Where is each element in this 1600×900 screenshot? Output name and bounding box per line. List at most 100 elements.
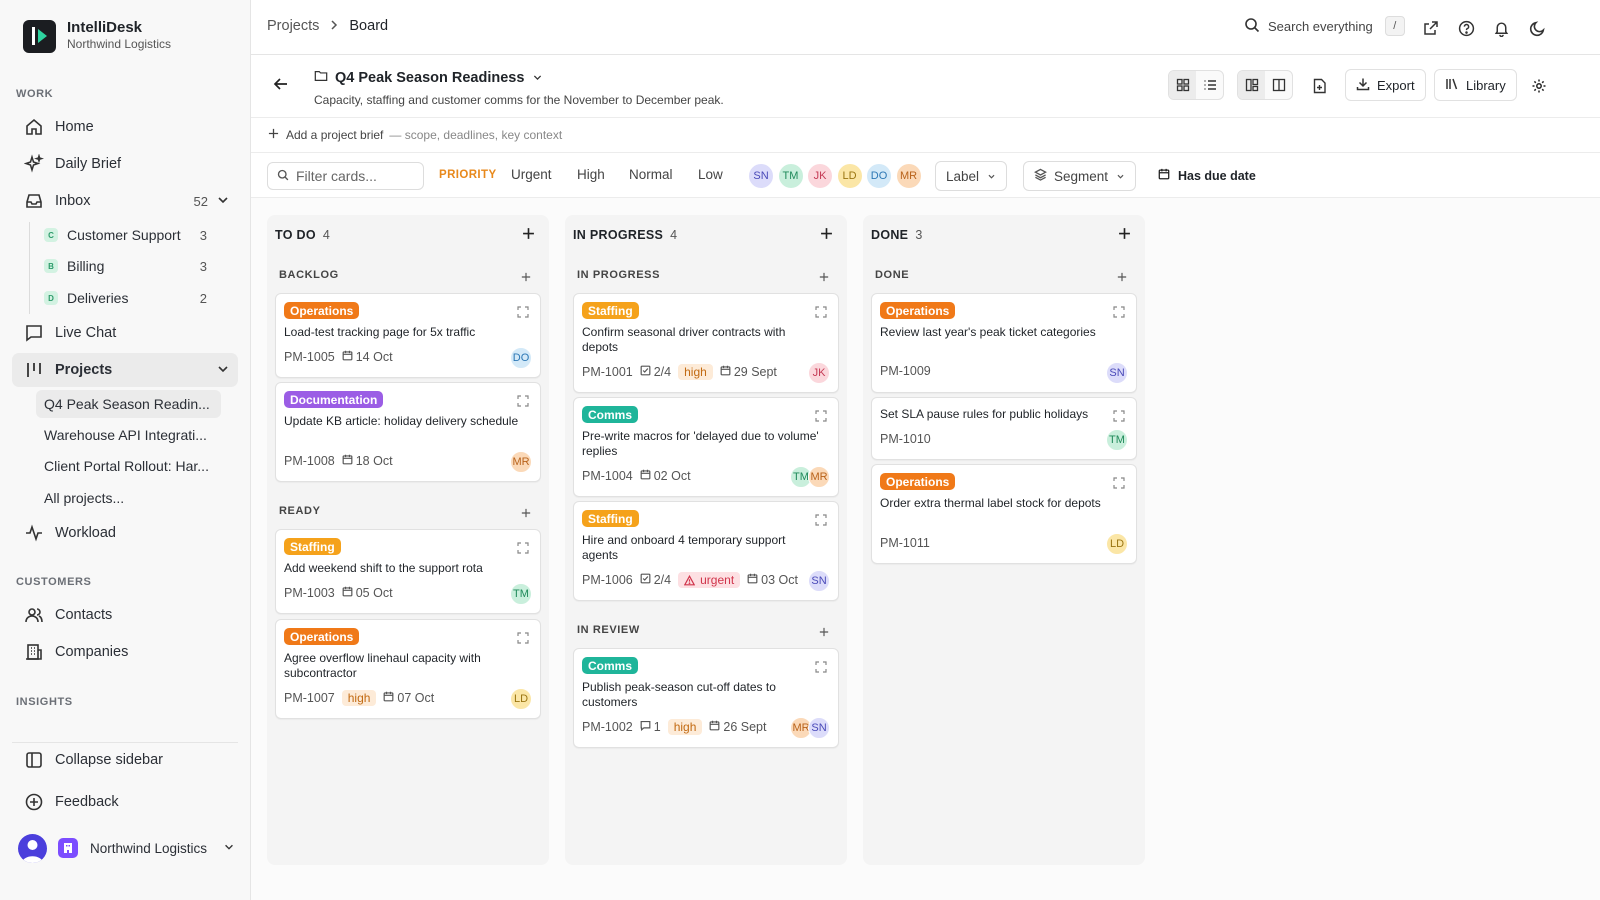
priority-urgent[interactable]: Urgent xyxy=(511,167,552,182)
assignee-avatar[interactable]: TM xyxy=(777,163,804,189)
assignee-avatar[interactable]: LD xyxy=(836,163,863,189)
segment-dropdown[interactable]: Segment xyxy=(1023,161,1137,191)
task-card[interactable]: Comms Pre-write macros for 'delayed due … xyxy=(573,397,839,497)
add-card-icon[interactable] xyxy=(522,227,535,243)
card-id: PM-1004 xyxy=(582,469,633,483)
nav-daily-brief[interactable]: Daily Brief xyxy=(12,147,238,181)
add-card-icon[interactable] xyxy=(820,227,833,243)
expand-icon[interactable] xyxy=(1113,305,1125,321)
assignee-avatar[interactable]: LD xyxy=(1106,533,1128,555)
priority-normal[interactable]: Normal xyxy=(629,167,673,182)
feedback-button[interactable]: Feedback xyxy=(12,785,238,819)
project-title-dropdown[interactable]: Q4 Peak Season Readiness xyxy=(314,69,543,86)
collapse-sidebar-button[interactable]: Collapse sidebar xyxy=(12,742,238,776)
breadcrumb-projects[interactable]: Projects xyxy=(267,18,319,34)
expand-icon[interactable] xyxy=(517,305,529,321)
card-id: PM-1002 xyxy=(582,720,633,734)
external-link-icon[interactable] xyxy=(1421,18,1441,38)
nav-companies[interactable]: Companies xyxy=(12,635,238,669)
assignee-avatar[interactable]: SN xyxy=(748,163,774,189)
assignee-avatar[interactable]: LD xyxy=(510,688,532,710)
nav-projects[interactable]: Projects xyxy=(12,353,238,387)
add-card-icon[interactable] xyxy=(521,269,531,285)
add-card-icon[interactable] xyxy=(1118,227,1131,243)
chevron-down-icon[interactable] xyxy=(216,193,230,211)
expand-icon[interactable] xyxy=(815,513,827,529)
project-brief-bar[interactable]: Add a project brief — scope, deadlines, … xyxy=(251,117,1600,153)
file-plus-icon[interactable] xyxy=(1309,76,1329,96)
task-card[interactable]: Comms Publish peak-season cut-off dates … xyxy=(573,648,839,748)
inbox-deliveries[interactable]: D Deliveries 2 xyxy=(36,284,221,312)
grid-view-icon[interactable] xyxy=(1169,71,1196,99)
assignee-avatar[interactable]: MR xyxy=(895,163,922,189)
task-card[interactable]: Operations Load-test tracking page for 5… xyxy=(275,293,541,378)
column-title: DONE xyxy=(871,228,909,242)
board-layout-icon[interactable] xyxy=(1238,71,1265,99)
expand-icon[interactable] xyxy=(815,660,827,676)
assignee-avatar[interactable]: JK xyxy=(808,362,830,384)
back-arrow-icon[interactable] xyxy=(273,76,289,95)
inbox-billing[interactable]: B Billing 3 xyxy=(36,252,221,280)
add-card-icon[interactable] xyxy=(819,269,829,285)
expand-icon[interactable] xyxy=(815,305,827,321)
assignee-avatar[interactable]: SN xyxy=(808,717,830,739)
assignee-avatar[interactable]: DO xyxy=(510,347,532,369)
task-card[interactable]: Staffing Hire and onboard 4 temporary su… xyxy=(573,501,839,601)
library-icon xyxy=(1445,77,1459,94)
nav-inbox[interactable]: Inbox 52 xyxy=(12,184,238,218)
expand-icon[interactable] xyxy=(517,631,529,647)
assignee-avatar[interactable]: JK xyxy=(807,163,833,189)
filter-cards-input[interactable]: Filter cards... xyxy=(267,162,424,190)
project-warehouse-api[interactable]: Warehouse API Integrati... xyxy=(36,421,221,449)
user-avatar[interactable] xyxy=(18,833,47,863)
all-projects-link[interactable]: All projects... xyxy=(36,484,221,512)
assignee-avatar[interactable]: TM xyxy=(1106,429,1128,451)
assignee-avatar[interactable]: DO xyxy=(866,163,892,189)
task-card[interactable]: Documentation Update KB article: holiday… xyxy=(275,382,541,482)
expand-icon[interactable] xyxy=(815,409,827,425)
nav-live-chat[interactable]: Live Chat xyxy=(12,316,238,350)
nav-workload[interactable]: Workload xyxy=(12,516,238,550)
task-card[interactable]: Staffing Confirm seasonal driver contrac… xyxy=(573,293,839,393)
inbox-customer-support[interactable]: C Customer Support 3 xyxy=(36,221,221,249)
list-view-icon[interactable] xyxy=(1196,71,1223,99)
add-card-icon[interactable] xyxy=(819,624,829,640)
breadcrumb: Projects Board xyxy=(267,18,388,34)
add-card-icon[interactable] xyxy=(521,505,531,521)
settings-icon[interactable] xyxy=(1529,76,1549,96)
bell-icon[interactable] xyxy=(1491,18,1511,38)
assignee-avatar[interactable]: SN xyxy=(808,570,830,592)
help-icon[interactable] xyxy=(1456,18,1476,38)
nav-home[interactable]: Home xyxy=(12,110,238,144)
moon-icon[interactable] xyxy=(1527,18,1547,38)
project-client-portal[interactable]: Client Portal Rollout: Har... xyxy=(36,452,221,480)
expand-icon[interactable] xyxy=(1113,476,1125,492)
priority-pill-urgent: urgent xyxy=(678,572,741,588)
export-button[interactable]: Export xyxy=(1345,69,1426,101)
add-card-icon[interactable] xyxy=(1117,269,1127,285)
org-switcher[interactable]: Northwind Logistics xyxy=(18,833,236,863)
split-layout-icon[interactable] xyxy=(1265,71,1292,99)
assignee-avatar[interactable]: TM xyxy=(510,583,532,605)
assignee-avatar[interactable]: MR xyxy=(808,466,830,488)
priority-low[interactable]: Low xyxy=(698,167,723,182)
assignee-avatar[interactable]: SN xyxy=(1106,362,1128,384)
task-card[interactable]: Operations Review last year's peak ticke… xyxy=(871,293,1137,393)
task-card[interactable]: Operations Agree overflow linehaul capac… xyxy=(275,619,541,719)
priority-high[interactable]: High xyxy=(577,167,605,182)
global-search[interactable]: Search everything / xyxy=(1244,16,1405,36)
library-button[interactable]: Library xyxy=(1434,69,1517,101)
project-q4-peak[interactable]: Q4 Peak Season Readin... xyxy=(36,390,221,418)
expand-icon[interactable] xyxy=(517,394,529,410)
has-due-date-toggle[interactable]: Has due date xyxy=(1158,168,1256,183)
assignee-avatar[interactable]: MR xyxy=(510,451,532,473)
brand[interactable]: IntelliDesk Northwind Logistics xyxy=(23,19,171,53)
task-card[interactable]: Operations Order extra thermal label sto… xyxy=(871,464,1137,564)
nav-contacts[interactable]: Contacts xyxy=(12,598,238,632)
task-card[interactable]: Staffing Add weekend shift to the suppor… xyxy=(275,529,541,614)
task-card[interactable]: Set SLA pause rules for public holidays … xyxy=(871,397,1137,460)
chevron-down-icon[interactable] xyxy=(216,362,230,380)
label-dropdown[interactable]: Label xyxy=(935,161,1008,191)
card-meta: PM-1006 2/4 urgent 03 Oct xyxy=(582,572,798,588)
expand-icon[interactable] xyxy=(517,541,529,557)
